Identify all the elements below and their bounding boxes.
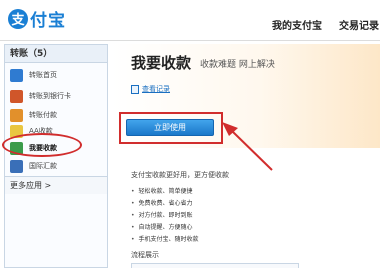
highlight-oval xyxy=(2,133,82,157)
header-divider xyxy=(0,40,380,41)
page-title: 我要收款 xyxy=(131,54,192,72)
feature-item: 自动提醒、方便随心 xyxy=(131,222,193,231)
sidebar-heading: 转账（5） xyxy=(5,45,107,63)
home-icon xyxy=(10,68,23,82)
feature-item: 手机支付宝、随时收款 xyxy=(131,234,199,243)
page-subtitle: 收款难题 网上解决 xyxy=(200,60,275,70)
view-records-label: 查看记录 xyxy=(142,85,170,93)
bank-card-icon xyxy=(10,89,23,103)
flow-panel xyxy=(131,263,299,268)
alipay-logo[interactable]: 支 付宝 xyxy=(8,6,66,31)
view-records-link[interactable]: 查看记录 xyxy=(131,84,170,94)
nav-transaction-records[interactable]: 交易记录 xyxy=(339,17,379,32)
sidebar-item-transfer-home[interactable]: 转账首页 xyxy=(10,68,57,82)
sidebar-item-bank-card[interactable]: 转账到银行卡 xyxy=(10,89,71,103)
feature-item: 轻松收款、简单便捷 xyxy=(131,186,193,195)
flow-heading: 流程展示 xyxy=(131,251,159,259)
use-now-button[interactable]: 立即使用 xyxy=(126,119,214,136)
sidebar-item-label: 转账到银行卡 xyxy=(29,92,71,100)
sidebar-item-label: 国际汇款 xyxy=(29,162,57,170)
sidebar-item-label: 转账首页 xyxy=(29,71,57,79)
sidebar-item-transfer-pay[interactable]: 转账付款 xyxy=(10,108,57,122)
more-apps-link[interactable]: 更多应用 > xyxy=(5,176,107,194)
sidebar-item-international[interactable]: 国际汇款 xyxy=(10,159,57,173)
logo-mark-icon: 支 xyxy=(8,8,28,29)
feature-item: 免费收费、省心省力 xyxy=(131,198,193,207)
globe-icon xyxy=(10,159,23,173)
sidebar-item-label: 转账付款 xyxy=(29,111,57,119)
intro-text: 支付宝收款更好用，更方便收款 xyxy=(131,171,229,179)
document-icon xyxy=(131,84,139,94)
feature-item: 对方付款、即时到账 xyxy=(131,210,193,219)
header: 支 付宝 我的支付宝 交易记录 xyxy=(0,0,380,40)
logo-text: 付宝 xyxy=(30,11,66,31)
nav-my-alipay[interactable]: 我的支付宝 xyxy=(272,17,322,32)
transfer-icon xyxy=(10,108,23,122)
